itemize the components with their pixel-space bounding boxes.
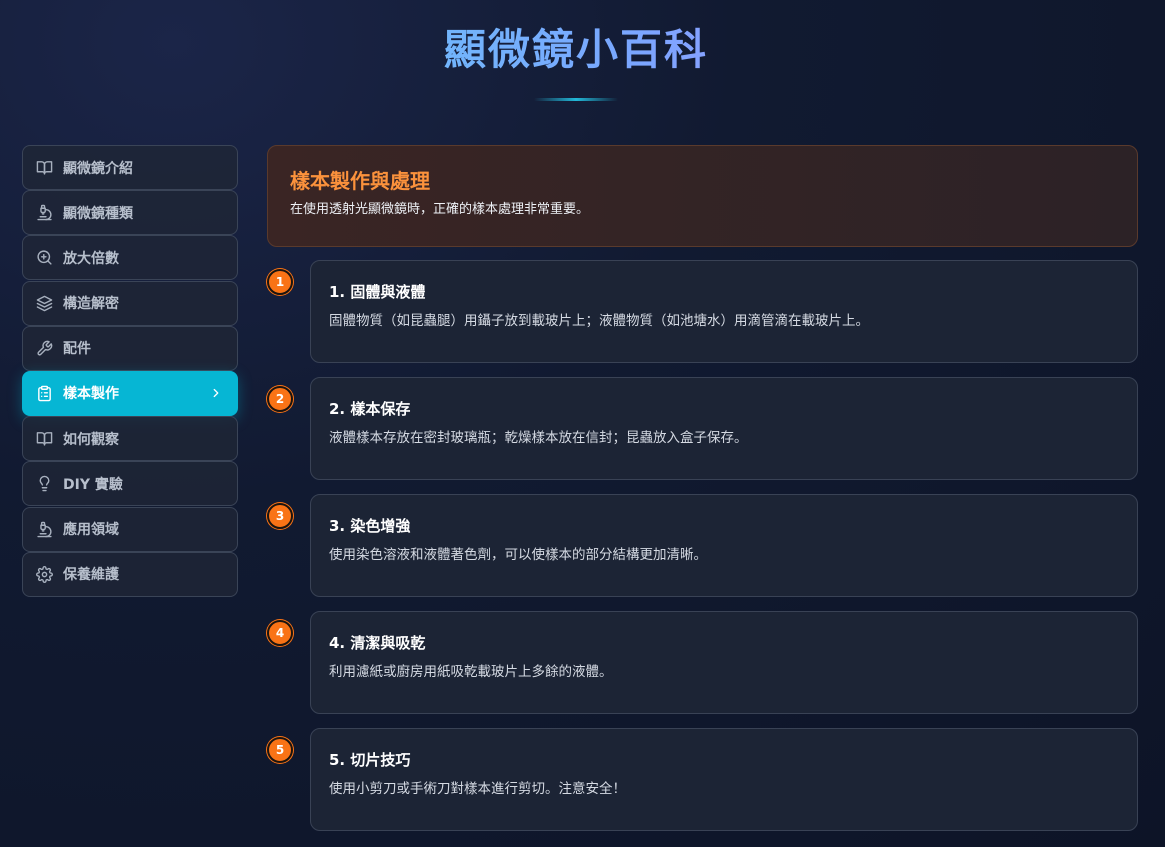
- sidebar-item-label: 顯微鏡種類: [63, 205, 133, 222]
- page-title: 顯微鏡小百科: [0, 22, 1152, 78]
- wrench-icon: [35, 339, 53, 357]
- section-title: 樣本製作與處理: [290, 169, 430, 193]
- sidebar-item-label: 保養維護: [63, 567, 119, 584]
- sidebar-item-applications[interactable]: 應用領域: [22, 506, 238, 552]
- sidebar-item-sample-prep[interactable]: 樣本製作: [22, 370, 238, 416]
- chevron-right-icon: [209, 386, 223, 400]
- title-underline: [534, 98, 618, 101]
- clipboard-icon: [35, 384, 53, 402]
- step-card: 3. 染色增強 使用染色溶液和液體著色劑，可以使樣本的部分結構更加清晰。: [310, 494, 1138, 597]
- sidebar-item-label: 放大倍數: [63, 250, 119, 267]
- sidebar-item-label: 配件: [63, 341, 91, 358]
- sidebar-item-diy[interactable]: DIY 實驗: [22, 461, 238, 507]
- sidebar-item-label: 顯微鏡介紹: [63, 160, 133, 177]
- step-number-badge: 2: [267, 386, 293, 412]
- sidebar-item-label: 樣本製作: [63, 386, 119, 403]
- sidebar-item-accessories[interactable]: 配件: [22, 325, 238, 371]
- sidebar-item-label: DIY 實驗: [63, 476, 123, 493]
- section-description: 在使用透射光顯微鏡時，正確的樣本處理非常重要。: [290, 202, 590, 217]
- step-description: 利用濾紙或廚房用紙吸乾載玻片上多餘的液體。: [329, 664, 613, 680]
- step-title: 1. 固體與液體: [329, 283, 426, 301]
- sidebar-item-observe[interactable]: 如何觀察: [22, 416, 238, 462]
- step-card: 4. 清潔與吸乾 利用濾紙或廚房用紙吸乾載玻片上多餘的液體。: [310, 611, 1138, 714]
- step-description: 使用染色溶液和液體著色劑，可以使樣本的部分結構更加清晰。: [329, 547, 707, 563]
- step-description: 固體物質（如昆蟲腿）用鑷子放到載玻片上；液體物質（如池塘水）用滴管滴在載玻片上。: [329, 313, 869, 329]
- step-card: 5. 切片技巧 使用小剪刀或手術刀對樣本進行剪切。注意安全！: [310, 728, 1138, 831]
- microscope-icon: [35, 204, 53, 222]
- step-title: 2. 樣本保存: [329, 400, 411, 418]
- sidebar-item-maintenance[interactable]: 保養維護: [22, 551, 238, 597]
- step-card: 1. 固體與液體 固體物質（如昆蟲腿）用鑷子放到載玻片上；液體物質（如池塘水）用…: [310, 260, 1138, 363]
- step-number-badge: 3: [267, 503, 293, 529]
- sidebar-item-label: 應用領域: [63, 522, 119, 538]
- step-title: 4. 清潔與吸乾: [329, 634, 426, 652]
- gear-icon: [35, 565, 53, 583]
- step-number-badge: 5: [267, 737, 293, 763]
- step-item: 2 2. 樣本保存 液體樣本存放在密封玻璃瓶；乾燥樣本放在信封；昆蟲放入盒子保存…: [267, 377, 1138, 480]
- sidebar-item-magnification[interactable]: 放大倍數: [22, 235, 238, 281]
- step-item: 3 3. 染色增強 使用染色溶液和液體著色劑，可以使樣本的部分結構更加清晰。: [267, 494, 1138, 597]
- book-open-icon: [35, 159, 53, 177]
- sidebar-item-label: 構造解密: [63, 296, 119, 313]
- step-description: 液體樣本存放在密封玻璃瓶；乾燥樣本放在信封；昆蟲放入盒子保存。: [329, 430, 748, 446]
- step-title: 5. 切片技巧: [329, 751, 411, 769]
- microscope-icon: [35, 520, 53, 538]
- step-item: 4 4. 清潔與吸乾 利用濾紙或廚房用紙吸乾載玻片上多餘的液體。: [267, 611, 1138, 714]
- zoom-in-icon: [35, 249, 53, 267]
- step-number-badge: 4: [267, 620, 293, 646]
- sidebar-item-structure[interactable]: 構造解密: [22, 280, 238, 326]
- book-open-icon: [35, 430, 53, 448]
- section-header-card: 樣本製作與處理 在使用透射光顯微鏡時，正確的樣本處理非常重要。: [267, 145, 1138, 247]
- lightbulb-icon: [35, 475, 53, 493]
- sidebar-item-intro[interactable]: 顯微鏡介紹: [22, 145, 238, 190]
- sidebar: 顯微鏡介紹 顯微鏡種類 放大倍數 構造解密 配件 樣本製作 如何觀察 DIY 實…: [22, 145, 238, 597]
- sidebar-item-label: 如何觀察: [63, 431, 119, 448]
- step-item: 1 1. 固體與液體 固體物質（如昆蟲腿）用鑷子放到載玻片上；液體物質（如池塘水…: [267, 260, 1138, 363]
- step-title: 3. 染色增強: [329, 517, 411, 535]
- step-card: 2. 樣本保存 液體樣本存放在密封玻璃瓶；乾燥樣本放在信封；昆蟲放入盒子保存。: [310, 377, 1138, 480]
- sidebar-item-types[interactable]: 顯微鏡種類: [22, 190, 238, 236]
- step-number-badge: 1: [267, 269, 293, 295]
- layers-icon: [35, 294, 53, 312]
- step-item: 5 5. 切片技巧 使用小剪刀或手術刀對樣本進行剪切。注意安全！: [267, 728, 1138, 831]
- step-description: 使用小剪刀或手術刀對樣本進行剪切。注意安全！: [329, 781, 626, 797]
